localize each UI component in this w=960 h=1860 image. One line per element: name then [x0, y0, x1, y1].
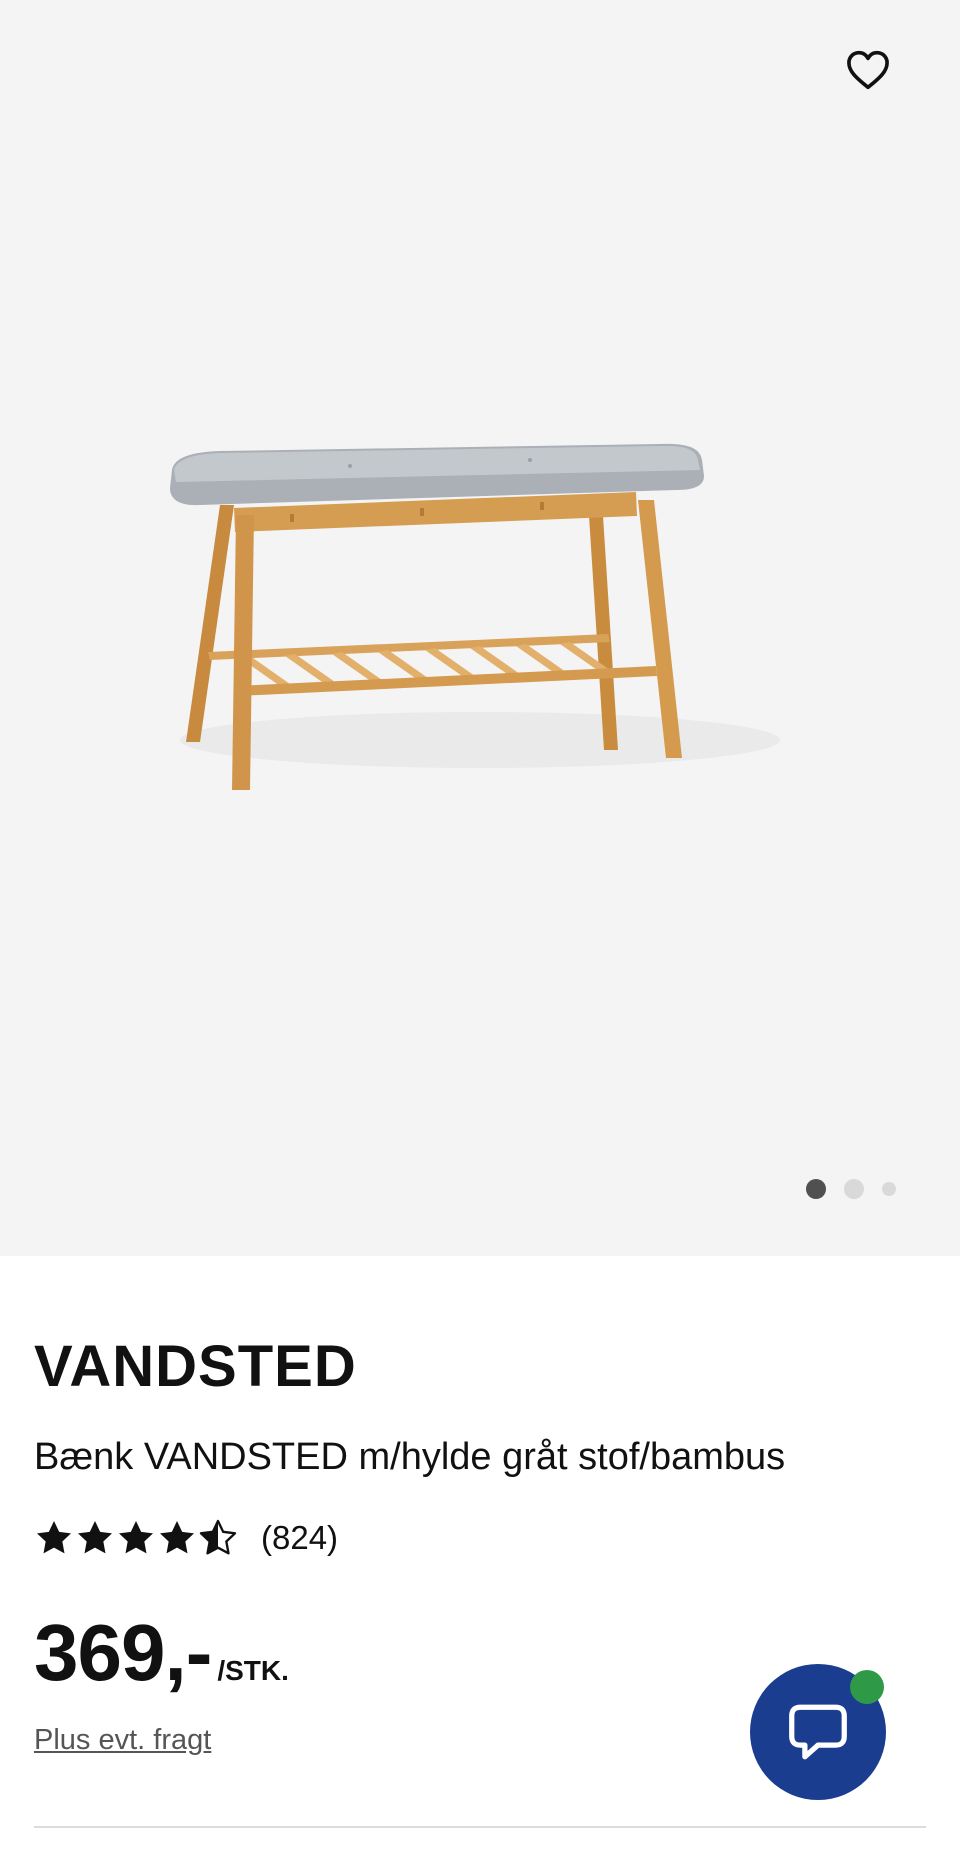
review-count: (824) [261, 1519, 339, 1556]
price-block: 369,- /STK. [34, 1608, 289, 1698]
product-photo [170, 443, 780, 790]
carousel-dot-3[interactable] [882, 1182, 896, 1196]
star-half-icon [199, 1519, 237, 1555]
product-brand: VANDSTED [34, 1334, 357, 1399]
product-price: 369,- [34, 1608, 212, 1697]
carousel-pagination [806, 1178, 914, 1200]
chat-bubble-icon [789, 1704, 847, 1760]
star-full-icon [78, 1521, 112, 1554]
star-full-icon [119, 1521, 153, 1554]
carousel-dot-1[interactable] [806, 1179, 826, 1199]
star-full-icon [37, 1521, 71, 1554]
star-full-icon [160, 1521, 194, 1554]
shipping-info-link[interactable]: Plus evt. fragt [34, 1724, 211, 1757]
product-image-carousel[interactable] [0, 0, 960, 1256]
price-unit: /STK. [217, 1655, 289, 1686]
product-rating[interactable]: (824) [34, 1510, 338, 1566]
chat-online-status-dot [850, 1670, 884, 1704]
product-page: VANDSTED Bænk VANDSTED m/hylde gråt stof… [0, 0, 960, 1860]
heart-outline-icon [847, 50, 889, 90]
section-divider [34, 1826, 926, 1828]
favorite-button[interactable] [842, 44, 894, 96]
carousel-dot-2[interactable] [844, 1179, 864, 1199]
rating-stars [34, 1518, 239, 1558]
product-description: Bænk VANDSTED m/hylde gråt stof/bambus [34, 1436, 786, 1478]
